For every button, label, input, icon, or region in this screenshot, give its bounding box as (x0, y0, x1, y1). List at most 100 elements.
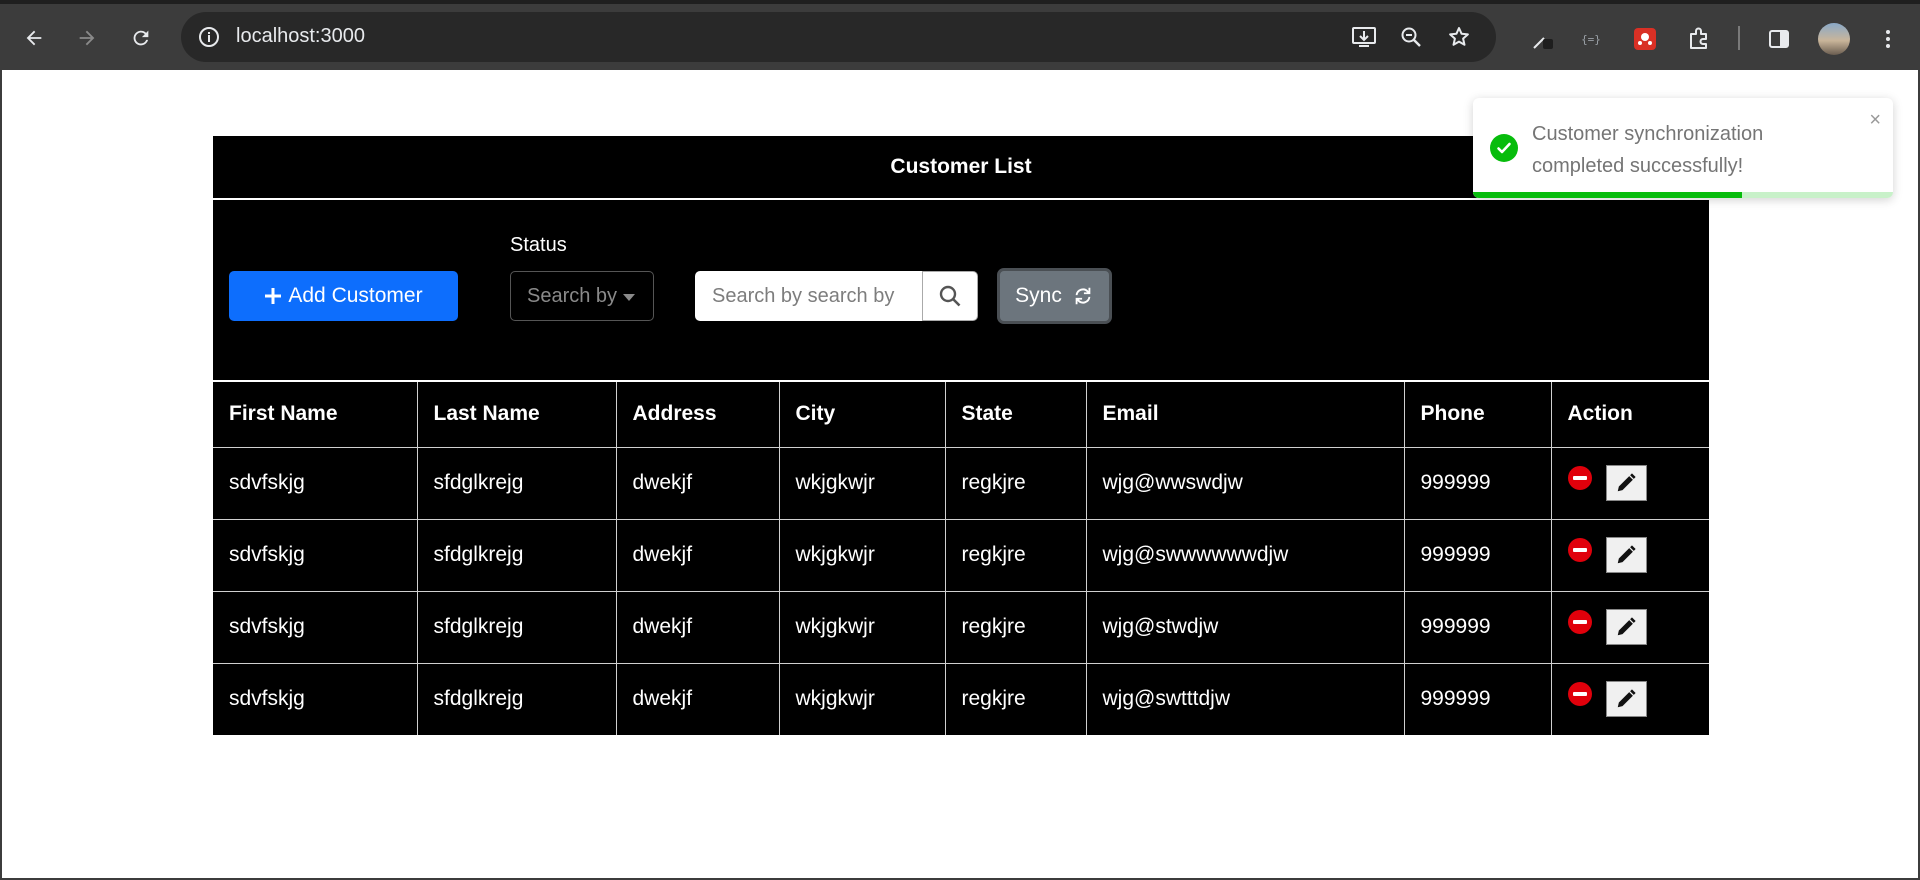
forward-button[interactable] (69, 21, 105, 55)
status-dropdown[interactable]: Search by (510, 271, 654, 321)
city-cell: wkjgkwjr (778, 590, 946, 664)
close-icon[interactable]: × (1869, 110, 1881, 130)
eyedropper-extension-icon[interactable] (1528, 24, 1558, 54)
toast-message: Customer synchronization completed succe… (1532, 123, 1764, 177)
delete-icon[interactable] (1567, 682, 1592, 707)
first-name-cell: sdvfskjg (213, 518, 418, 592)
last-name-cell: sfdglkrejg (416, 662, 617, 735)
search-icon (939, 285, 961, 307)
last-name-cell: sfdglkrejg (416, 590, 617, 664)
customer-table: First Name Last Name Address City State … (213, 380, 1709, 735)
table-row: sdvfskjg sfdglkrejg dwekjf wkjgkwjr regk… (213, 446, 1709, 520)
action-cell (1550, 590, 1709, 664)
state-cell: regkjre (944, 518, 1087, 592)
state-cell: regkjre (944, 662, 1087, 735)
browser-toolbar: localhost:3000 {=} (0, 0, 1920, 70)
delete-icon[interactable] (1567, 466, 1592, 490)
add-customer-button[interactable]: Add Customer (229, 271, 458, 321)
json-extension-icon[interactable]: {=} (1576, 24, 1606, 54)
column-header: Last Name (416, 380, 617, 448)
column-header: Phone (1403, 380, 1552, 448)
phone-cell: 999999 (1403, 446, 1552, 520)
address-cell: dwekjf (615, 518, 780, 592)
toolbar: Add Customer Status Search by Search by … (213, 200, 1709, 380)
search-button[interactable] (922, 271, 978, 321)
check-circle-icon (1490, 134, 1518, 162)
profile-avatar[interactable] (1818, 23, 1850, 55)
address-cell: dwekjf (615, 662, 780, 735)
edit-button[interactable] (1605, 537, 1647, 573)
menu-kebab-icon[interactable] (1873, 24, 1903, 54)
pencil-icon (1617, 473, 1636, 492)
address-bar[interactable]: localhost:3000 (181, 12, 1496, 62)
email-cell: wjg@swwwwwwdjw (1085, 518, 1405, 592)
column-header: Address (615, 380, 780, 448)
table-row: sdvfskjg sfdglkrejg dwekjf wkjgkwjr regk… (213, 518, 1709, 592)
phone-cell: 999999 (1403, 590, 1552, 664)
install-app-icon[interactable] (1350, 24, 1378, 50)
phone-cell: 999999 (1403, 518, 1552, 592)
pencil-icon (1617, 545, 1636, 564)
plus-icon (265, 288, 282, 304)
state-cell: regkjre (944, 446, 1087, 520)
toast-progress-track (1473, 192, 1893, 198)
edit-button[interactable] (1605, 609, 1647, 645)
edit-button[interactable] (1605, 465, 1647, 501)
window-border (0, 70, 2, 880)
action-cell (1550, 446, 1709, 520)
last-name-cell: sfdglkrejg (416, 518, 617, 592)
email-cell: wjg@wwswdjw (1085, 446, 1405, 520)
column-header: Email (1085, 380, 1405, 448)
city-cell: wkjgkwjr (778, 518, 946, 592)
toolbar-divider (1738, 26, 1740, 50)
email-cell: wjg@stwdjw (1085, 590, 1405, 664)
side-panel-icon[interactable] (1764, 24, 1794, 54)
status-dropdown-value: Search by (527, 284, 618, 307)
reload-button[interactable] (123, 21, 159, 55)
state-cell: regkjre (944, 590, 1087, 664)
customer-panel: Customer List Add Customer Status Search… (213, 136, 1709, 735)
search-input[interactable]: Search by search by (695, 271, 925, 321)
first-name-cell: sdvfskjg (213, 590, 418, 664)
table-row: sdvfskjg sfdglkrejg dwekjf wkjgkwjr regk… (213, 590, 1709, 664)
city-cell: wkjgkwjr (778, 662, 946, 735)
sync-label: Sync (1015, 284, 1062, 307)
pencil-icon (1617, 689, 1636, 708)
forward-arrow-icon (79, 30, 95, 46)
action-cell (1550, 662, 1709, 735)
table-header-row: First Name Last Name Address City State … (213, 380, 1709, 448)
edit-button[interactable] (1605, 681, 1647, 718)
zoom-icon[interactable] (1397, 24, 1425, 50)
add-customer-label: Add Customer (288, 284, 423, 307)
action-cell (1550, 518, 1709, 592)
column-header: City (778, 380, 946, 448)
bookmark-star-icon[interactable] (1445, 24, 1473, 50)
column-header: State (944, 380, 1087, 448)
refresh-icon (1075, 287, 1091, 305)
puzzle-red-extension-icon[interactable] (1630, 24, 1660, 54)
column-header: Action (1550, 380, 1709, 448)
table-row: sdvfskjg sfdglkrejg dwekjf wkjgkwjr regk… (213, 662, 1709, 735)
phone-cell: 999999 (1403, 662, 1552, 735)
status-label: Status (510, 234, 567, 256)
email-cell: wjg@swtttdjw (1085, 662, 1405, 735)
search-placeholder: Search by search by (712, 284, 895, 307)
address-cell: dwekjf (615, 446, 780, 520)
back-arrow-icon (26, 30, 42, 46)
sync-button[interactable]: Sync (997, 268, 1112, 324)
caret-down-icon (623, 293, 636, 301)
toast-progress-bar (1473, 192, 1742, 198)
first-name-cell: sdvfskjg (213, 446, 418, 520)
extensions-puzzle-icon[interactable] (1684, 24, 1714, 54)
reload-icon (133, 30, 149, 46)
pencil-icon (1617, 617, 1636, 636)
site-info-icon[interactable] (197, 25, 221, 49)
address-cell: dwekjf (615, 590, 780, 664)
url-text[interactable]: localhost:3000 (236, 25, 365, 48)
first-name-cell: sdvfskjg (213, 662, 418, 735)
back-button[interactable] (16, 21, 52, 55)
svg-text:{=}: {=} (1581, 33, 1601, 46)
last-name-cell: sfdglkrejg (416, 446, 617, 520)
delete-icon[interactable] (1567, 610, 1592, 634)
delete-icon[interactable] (1567, 538, 1592, 562)
